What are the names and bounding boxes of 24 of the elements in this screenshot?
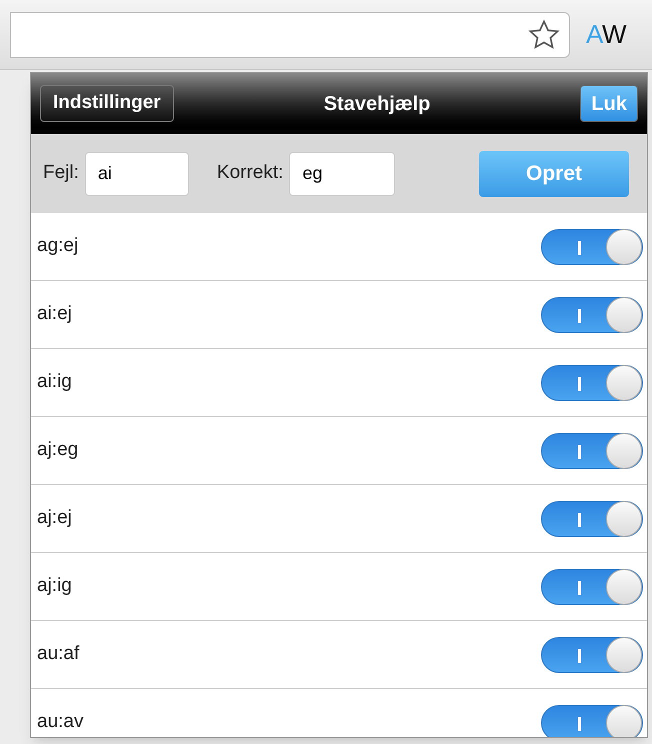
toggle-switch[interactable] (541, 636, 643, 672)
rule-label: au:av (37, 710, 84, 734)
toggle-switch[interactable] (541, 568, 643, 604)
toggle-switch[interactable] (541, 704, 643, 737)
star-icon[interactable] (527, 18, 561, 52)
popup-title: Stavehjælp (324, 92, 430, 116)
rule-label: aj:ej (37, 506, 72, 530)
toggle-switch[interactable] (541, 432, 643, 468)
error-field[interactable]: ai (84, 152, 189, 196)
correct-label: Korrekt: (216, 161, 284, 186)
rule-label: au:af (37, 642, 80, 666)
rule-label: aj:eg (37, 438, 78, 462)
settings-button[interactable]: Indstillinger (40, 85, 174, 122)
rule-label: aj:ig (37, 574, 72, 598)
correct-field[interactable]: eg (289, 152, 396, 196)
toggle-switch[interactable] (541, 364, 643, 400)
rule-label: ai:ig (37, 370, 72, 394)
toggle-switch[interactable] (541, 228, 643, 264)
toggle-switch[interactable] (541, 296, 643, 332)
toggle-switch[interactable] (541, 500, 643, 536)
extension-logo[interactable]: AW (586, 15, 626, 54)
rule-label: ag:ej (37, 234, 78, 258)
rule-label: ai:ej (37, 302, 72, 326)
error-label: Fejl: (43, 161, 79, 186)
